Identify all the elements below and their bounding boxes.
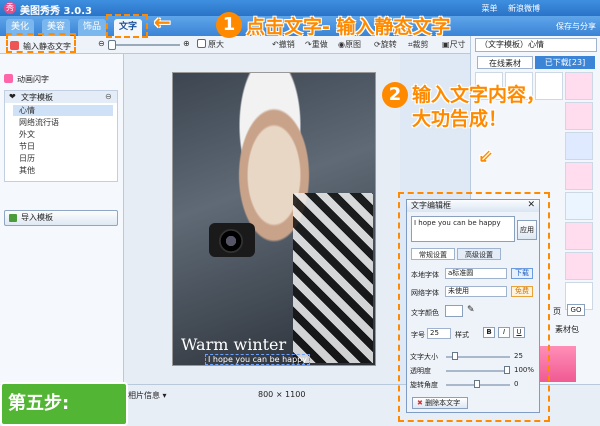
template-subitem-other[interactable]: 其他 (19, 165, 35, 176)
template-heart-icon: ❤ (9, 92, 16, 101)
highlight-text-tab (106, 14, 148, 38)
material-thumb[interactable] (565, 102, 593, 130)
template-subitem-calendar[interactable]: 日历 (19, 153, 35, 164)
image-canvas: Warm winter I hope you can be happy (124, 54, 400, 384)
template-subitem-popular[interactable]: 网络流行语 (19, 117, 59, 128)
rotate-button[interactable]: ⟳旋转 (374, 39, 397, 50)
original-image-button[interactable]: ◉原图 (338, 39, 361, 50)
tab-accessory[interactable]: 饰品 (78, 19, 106, 36)
material-pack-button[interactable]: 素材包 (555, 324, 579, 335)
title-menu: 菜单 新浪微博 (473, 3, 540, 14)
tab-online-materials[interactable]: 在线素材 (477, 56, 533, 69)
highlight-static-text (6, 33, 76, 53)
step1-number: 1 (216, 12, 242, 38)
photo-scarf (293, 193, 373, 363)
original-image-icon: ◉ (338, 40, 345, 49)
collapse-icon[interactable]: ⊖ (105, 92, 112, 101)
zoom-out-icon[interactable]: ⊖ (98, 39, 105, 48)
menu-item-weibo[interactable]: 新浪微博 (508, 4, 540, 13)
template-category-dropdown[interactable]: （文字模板）心情 (475, 38, 597, 52)
step2-instruction-line2: 大功告成！ (412, 108, 508, 130)
template-list: ❤ 文字模板 ⊖ 心情 网络流行语 外文 节日 日历 其他 (4, 90, 118, 182)
step2-number: 2 (382, 82, 408, 108)
photo-info-button[interactable]: 相片信息 ▾ (128, 390, 167, 401)
undo-button[interactable]: ↶撤销 (272, 39, 295, 50)
zoom-slider[interactable] (110, 44, 180, 46)
zoom-slider-knob[interactable] (108, 40, 116, 50)
menu-item-main[interactable]: 菜单 (481, 4, 497, 13)
save-share-button[interactable]: 保存与分享 (556, 21, 596, 32)
step1-instruction: 点击文字- 输入静态文字 (246, 16, 451, 38)
material-thumb[interactable] (565, 252, 593, 280)
original-size-button[interactable]: 原大 (197, 39, 224, 50)
material-thumb[interactable] (565, 222, 593, 250)
photo-camera-lens (219, 229, 243, 253)
left-panel: 输入静态文字 动画闪字 ❤ 文字模板 ⊖ 心情 网络流行语 外文 节日 日历 其… (0, 41, 124, 384)
highlight-text-editor (398, 192, 550, 422)
redo-button[interactable]: ↷重做 (305, 39, 328, 50)
animated-text-item[interactable]: 动画闪字 (4, 74, 49, 85)
import-template-button[interactable]: 导入模板 (4, 210, 118, 226)
original-size-icon (197, 39, 206, 48)
template-header[interactable]: ❤ 文字模板 ⊖ (5, 91, 117, 103)
step-badge: 第五步: (0, 382, 128, 426)
rotate-icon: ⟳ (374, 40, 381, 49)
animated-text-icon (4, 74, 13, 83)
template-subitem-foreign[interactable]: 外文 (19, 129, 35, 140)
step2-instruction-line1: 输入文字内容， (412, 84, 546, 106)
app-logo-icon: 秀 (4, 2, 16, 14)
edited-photo[interactable]: Warm winter I hope you can be happy (172, 72, 376, 366)
template-subitem-mood[interactable]: 心情 (13, 105, 113, 116)
go-button[interactable]: GO (567, 304, 585, 316)
material-thumb[interactable] (565, 132, 593, 160)
material-thumb[interactable] (565, 72, 593, 100)
material-thumb[interactable] (565, 192, 593, 220)
resize-icon: ▣ (442, 40, 450, 49)
photo-watermark-text: Warm winter (181, 335, 287, 354)
arrow-down-icon: ⇙ (478, 146, 494, 167)
app-title: 美图秀秀 3.0.3 (20, 6, 92, 17)
zoom-in-icon[interactable]: ⊕ (183, 39, 190, 48)
tab-downloaded[interactable]: 已下载[23] (535, 56, 595, 69)
overlay-text-box[interactable]: I hope you can be happy (205, 354, 310, 365)
resize-button[interactable]: ▣尺寸 (442, 39, 466, 50)
arrow-left-icon: ← (154, 10, 171, 34)
import-icon (9, 214, 17, 222)
page-label: 页 (553, 307, 561, 316)
crop-button[interactable]: ⌗裁剪 (408, 39, 429, 50)
material-thumb[interactable] (565, 162, 593, 190)
undo-icon: ↶ (272, 40, 279, 49)
redo-icon: ↷ (305, 40, 312, 49)
image-dimensions: 800 × 1100 (258, 390, 306, 399)
template-subitem-festival[interactable]: 节日 (19, 141, 35, 152)
